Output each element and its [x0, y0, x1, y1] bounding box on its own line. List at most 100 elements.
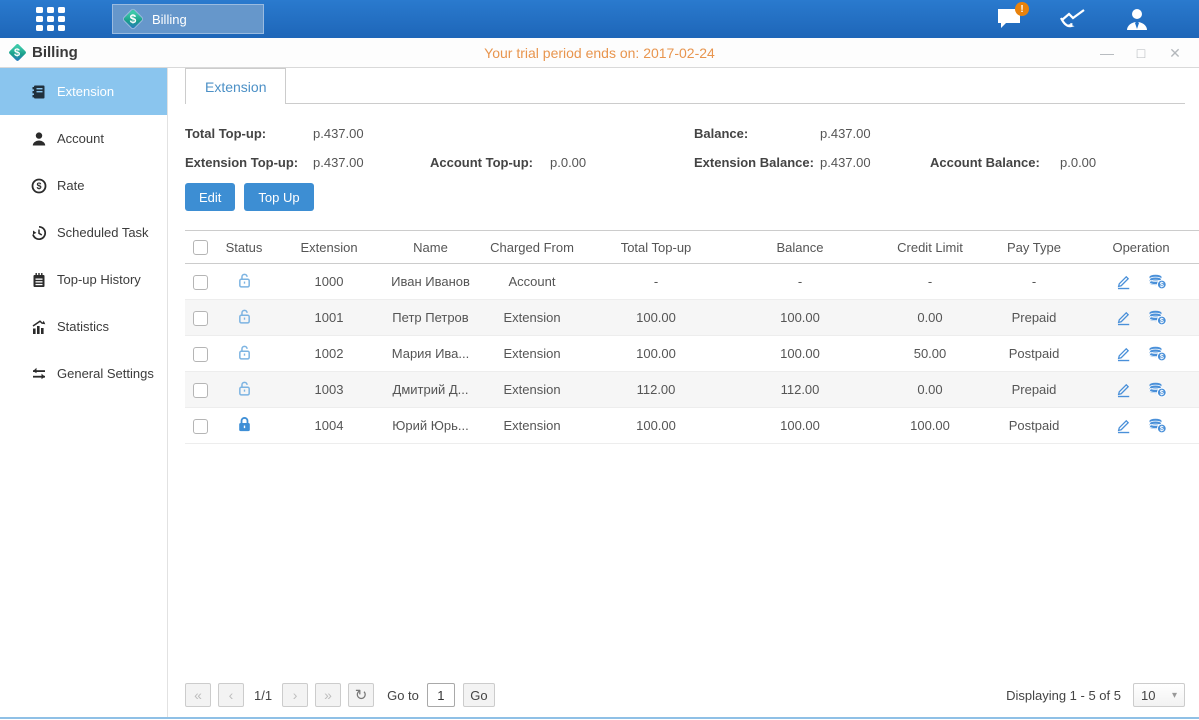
pencil-icon [1115, 345, 1132, 362]
total-topup-value: p.437.00 [313, 126, 430, 141]
extension-topup-label: Extension Top-up: [185, 155, 313, 170]
edit-row-button[interactable] [1115, 381, 1132, 398]
coins-icon: $ [1148, 417, 1167, 434]
cell-total-topup: 100.00 [586, 336, 726, 372]
sidebar-item-label: Rate [57, 178, 84, 193]
sidebar-item-label: Scheduled Task [57, 225, 149, 240]
select-all-checkbox[interactable] [193, 240, 208, 255]
cell-charged-from: Account [478, 264, 586, 300]
bar-chart-icon [30, 318, 47, 335]
sidebar-item-label: Top-up History [57, 272, 141, 287]
sidebar-item-statistics[interactable]: Statistics [0, 303, 167, 350]
sidebar-item-rate[interactable]: $ Rate [0, 162, 167, 209]
pagination-bar: « ‹ 1/1 › » ↻ Go to Go Displaying 1 - 5 … [185, 683, 1185, 707]
go-button[interactable]: Go [463, 683, 495, 707]
sidebar-item-label: Account [57, 131, 104, 146]
account-button[interactable] [1121, 4, 1153, 34]
extension-topup-value: p.437.00 [313, 155, 430, 170]
topup-row-button[interactable]: $ [1148, 345, 1167, 362]
app-grid-icon[interactable] [36, 7, 68, 31]
edit-row-button[interactable] [1115, 417, 1132, 434]
pencil-icon [1115, 417, 1132, 434]
refresh-button[interactable]: ↻ [348, 683, 374, 707]
cell-pay-type: - [986, 264, 1082, 300]
notifications-button[interactable]: ! [993, 4, 1025, 34]
sidebar-item-label: Statistics [57, 319, 109, 334]
cell-name: Дмитрий Д... [383, 372, 478, 408]
sidebar-item-scheduled-task[interactable]: Scheduled Task [0, 209, 167, 256]
table-row[interactable]: 1004 Юрий Юрь... Extension 100.00 100.00… [185, 408, 1199, 444]
tab-bar: Extension [185, 68, 1185, 104]
topup-row-button[interactable]: $ [1148, 417, 1167, 434]
cell-balance: 100.00 [726, 336, 874, 372]
toolbar: Edit Top Up [185, 183, 1185, 211]
prev-page-button[interactable]: ‹ [218, 683, 244, 707]
edit-button[interactable]: Edit [185, 183, 235, 211]
row-checkbox[interactable] [193, 347, 208, 362]
svg-text:$: $ [36, 181, 41, 191]
maximize-button[interactable]: □ [1133, 45, 1149, 61]
billing-diamond-icon: $ [123, 9, 143, 29]
page-size-select[interactable]: 10 ▾ [1133, 683, 1185, 707]
tab-extension[interactable]: Extension [185, 68, 286, 104]
cell-total-topup: 112.00 [586, 372, 726, 408]
table-row[interactable]: 1000 Иван Иванов Account - - - - $ [185, 264, 1199, 300]
extension-book-icon [30, 83, 47, 100]
line-chart-icon [1059, 8, 1087, 30]
topup-button[interactable]: Top Up [244, 183, 313, 211]
svg-text:$: $ [1160, 426, 1164, 433]
coins-icon: $ [1148, 381, 1167, 398]
row-checkbox[interactable] [193, 275, 208, 290]
row-checkbox[interactable] [193, 311, 208, 326]
edit-row-button[interactable] [1115, 345, 1132, 362]
balance-value: p.437.00 [820, 126, 930, 141]
taskbar-billing-tab[interactable]: $ Billing [112, 4, 264, 34]
window-titlebar: $ Billing Your trial period ends on: 201… [0, 38, 1199, 68]
cell-balance: 100.00 [726, 300, 874, 336]
sidebar-item-account[interactable]: Account [0, 115, 167, 162]
topup-row-button[interactable]: $ [1148, 381, 1167, 398]
sidebar-item-general-settings[interactable]: General Settings [0, 350, 167, 397]
notepad-icon [30, 271, 47, 288]
row-checkbox[interactable] [193, 383, 208, 398]
cell-balance: 112.00 [726, 372, 874, 408]
table-row[interactable]: 1002 Мария Ива... Extension 100.00 100.0… [185, 336, 1199, 372]
first-page-button[interactable]: « [185, 683, 211, 707]
cell-extension: 1003 [275, 372, 383, 408]
topup-row-button[interactable]: $ [1148, 309, 1167, 326]
col-pay-type: Pay Type [986, 231, 1082, 264]
row-checkbox[interactable] [193, 419, 208, 434]
status-lock-icon [236, 313, 253, 328]
cell-balance: 100.00 [726, 408, 874, 444]
next-page-button[interactable]: › [282, 683, 308, 707]
sidebar-item-topup-history[interactable]: Top-up History [0, 256, 167, 303]
total-topup-label: Total Top-up: [185, 126, 313, 141]
account-balance-value: p.0.00 [1060, 155, 1185, 170]
sidebar-item-extension[interactable]: Extension [0, 68, 167, 115]
tab-label: Extension [205, 79, 266, 95]
pencil-icon [1115, 273, 1132, 290]
goto-page-input[interactable] [427, 683, 455, 707]
close-button[interactable]: ✕ [1167, 45, 1183, 61]
account-topup-label: Account Top-up: [430, 155, 550, 170]
table-row[interactable]: 1001 Петр Петров Extension 100.00 100.00… [185, 300, 1199, 336]
statistics-button[interactable] [1057, 4, 1089, 34]
cell-name: Юрий Юрь... [383, 408, 478, 444]
cell-pay-type: Postpaid [986, 408, 1082, 444]
col-extension: Extension [275, 231, 383, 264]
cell-total-topup: 100.00 [586, 408, 726, 444]
minimize-button[interactable]: — [1099, 45, 1115, 61]
topup-row-button[interactable]: $ [1148, 273, 1167, 290]
account-person-icon [30, 130, 47, 147]
edit-row-button[interactable] [1115, 273, 1132, 290]
page-indicator: 1/1 [254, 688, 272, 703]
window-title: Billing [32, 44, 78, 61]
cell-pay-type: Postpaid [986, 336, 1082, 372]
cell-name: Петр Петров [383, 300, 478, 336]
table-row[interactable]: 1003 Дмитрий Д... Extension 112.00 112.0… [185, 372, 1199, 408]
status-lock-icon [236, 349, 253, 364]
last-page-button[interactable]: » [315, 683, 341, 707]
col-total-topup: Total Top-up [586, 231, 726, 264]
pencil-icon [1115, 309, 1132, 326]
edit-row-button[interactable] [1115, 309, 1132, 326]
